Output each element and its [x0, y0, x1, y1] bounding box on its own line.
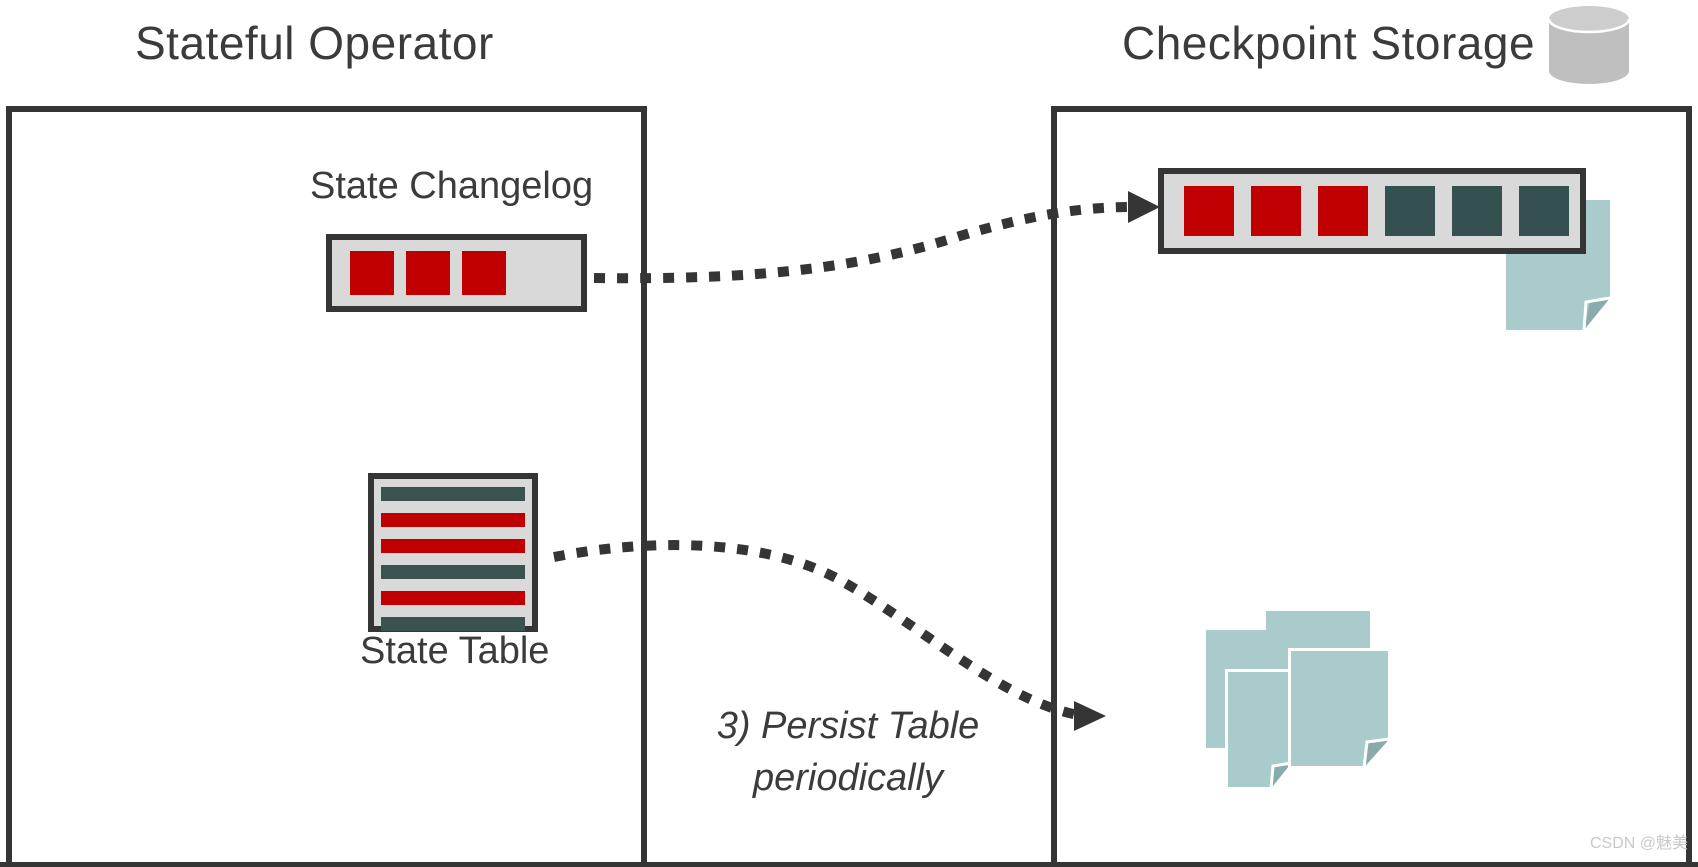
table-row	[381, 487, 525, 501]
caption-line-1: 3) Persist Table	[716, 705, 980, 747]
database-cylinder-icon	[1549, 6, 1629, 84]
checkpoint-changelog-bar	[1158, 168, 1586, 254]
changelog-cell	[350, 251, 394, 295]
table-row	[381, 591, 525, 605]
changelog-cell	[1184, 186, 1234, 236]
bottom-strip	[0, 862, 1698, 867]
table-row	[381, 565, 525, 579]
changelog-cell	[1452, 186, 1502, 236]
changelog-cell	[462, 251, 506, 295]
page-title-stateful-operator: Stateful Operator	[135, 17, 494, 69]
page-title-checkpoint-storage: Checkpoint Storage	[1122, 17, 1536, 69]
table-row	[381, 539, 525, 553]
state-table-label: State Table	[360, 630, 550, 672]
changelog-cell	[406, 251, 450, 295]
changelog-cell	[1519, 186, 1569, 236]
persist-table-caption: 3) Persist Table periodically	[648, 700, 1048, 804]
stateful-operator-panel	[6, 106, 647, 867]
table-row	[381, 513, 525, 527]
document-file-icon	[1288, 648, 1391, 769]
changelog-cell	[1385, 186, 1435, 236]
changelog-cell	[1251, 186, 1301, 236]
state-changelog-bar	[326, 234, 587, 312]
document-file-icon	[1225, 669, 1293, 790]
csdn-watermark: CSDN @魅美	[1589, 835, 1688, 852]
changelog-cell	[1318, 186, 1368, 236]
state-table-box	[368, 473, 538, 632]
state-changelog-label: State Changelog	[310, 165, 594, 207]
caption-line-2: periodically	[752, 757, 944, 799]
diagram-canvas: Stateful Operator Checkpoint Storage Sta…	[0, 0, 1698, 867]
table-row	[381, 617, 525, 631]
